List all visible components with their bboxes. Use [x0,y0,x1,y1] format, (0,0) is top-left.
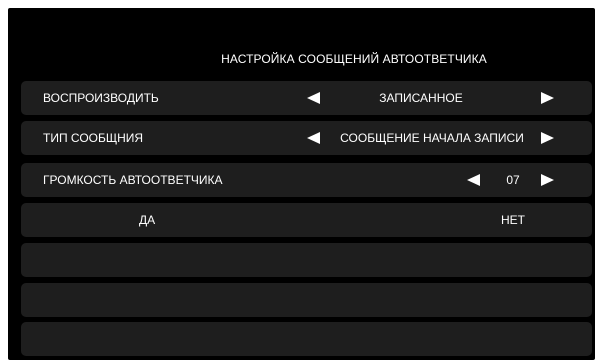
setting-label-volume: ГРОМКОСТЬ АВТООТВЕТЧИКА [43,173,223,187]
setting-value-message-type: СООБЩЕНИЕ НАЧАЛА ЗАПИСИ [340,131,524,145]
menu-screen: НАСТРОЙКА СООБЩЕНИЙ АВТООТВЕТЧИКА ВОСПРО… [8,8,595,360]
setting-label-playback: ВОСПРОИЗВОДИТЬ [43,91,159,105]
arrow-right-icon[interactable] [541,92,554,104]
arrow-left-icon[interactable] [467,174,480,186]
no-button[interactable]: НЕТ [501,203,525,237]
empty-row [21,283,592,317]
setting-row-playback[interactable]: ВОСПРОИЗВОДИТЬ ЗАПИСАННОЕ [21,81,592,115]
arrow-left-icon[interactable] [307,132,320,144]
arrow-right-icon[interactable] [541,174,554,186]
arrow-right-icon[interactable] [541,132,554,144]
setting-value-playback: ЗАПИСАННОЕ [379,91,463,105]
page-title: НАСТРОЙКА СООБЩЕНИЙ АВТООТВЕТЧИКА [221,52,487,66]
empty-row [21,322,592,356]
yes-button[interactable]: ДА [139,203,155,237]
setting-row-volume[interactable]: ГРОМКОСТЬ АВТООТВЕТЧИКА 07 [21,163,592,197]
setting-row-message-type[interactable]: ТИП СООБЩНИЯ СООБЩЕНИЕ НАЧАЛА ЗАПИСИ [21,121,592,155]
setting-label-message-type: ТИП СООБЩНИЯ [43,131,144,145]
arrow-left-icon[interactable] [307,92,320,104]
empty-row [21,243,592,277]
setting-value-volume: 07 [506,173,520,187]
buttons-row: ДА НЕТ [21,203,592,237]
